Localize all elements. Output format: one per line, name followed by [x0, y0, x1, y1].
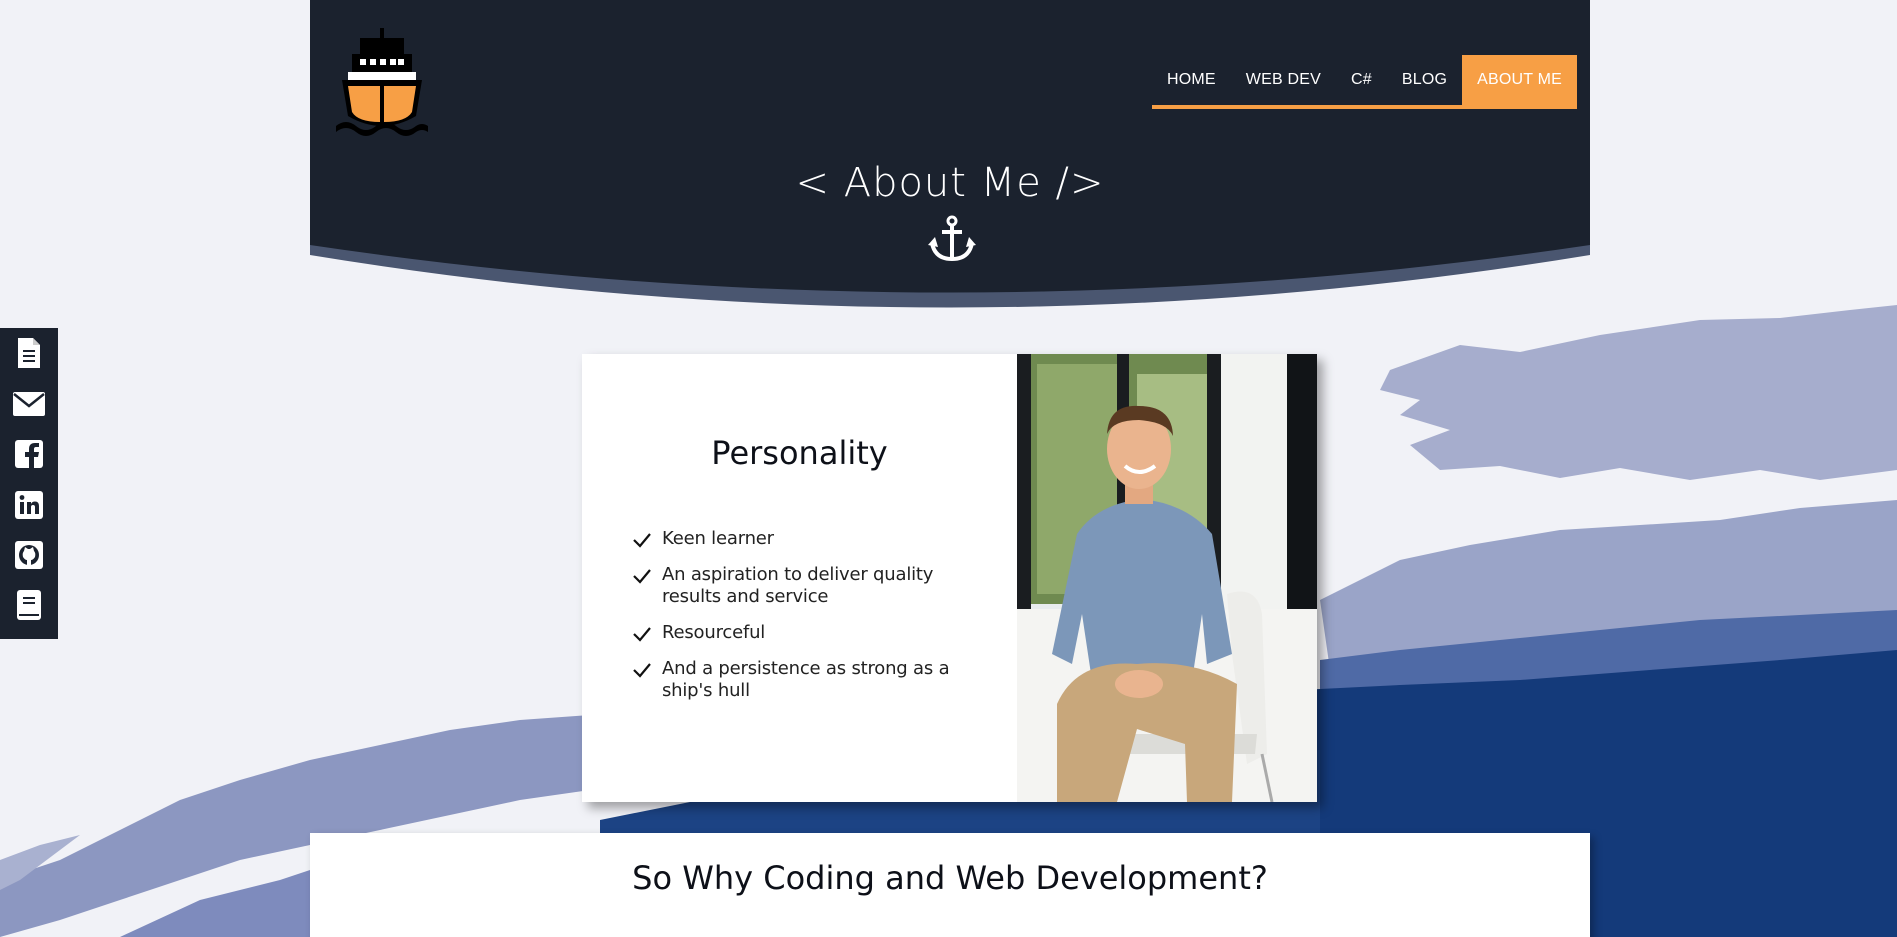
why-coding-section: So Why Coding and Web Development?	[310, 833, 1590, 937]
trait-text: And a persistence as strong as a ship's …	[662, 658, 950, 701]
site-header: HOME WEB DEV C# BLOG ABOUT ME < About Me…	[310, 0, 1590, 330]
personality-text: Personality Keen learner An aspiration t…	[582, 354, 1017, 802]
nav-about-me[interactable]: ABOUT ME	[1462, 55, 1577, 105]
main-nav: HOME WEB DEV C# BLOG ABOUT ME	[1151, 55, 1577, 109]
nav-csharp[interactable]: C#	[1336, 55, 1387, 105]
github-icon[interactable]	[12, 539, 46, 571]
list-item: Keen learner	[632, 528, 967, 550]
facebook-icon[interactable]	[12, 438, 46, 470]
list-item: An aspiration to deliver quality results…	[632, 564, 967, 608]
traits-list: Keen learner An aspiration to deliver qu…	[632, 528, 967, 702]
why-coding-title: So Why Coding and Web Development?	[632, 859, 1268, 897]
trait-text: Resourceful	[662, 622, 766, 643]
personality-title: Personality	[711, 434, 888, 472]
check-icon	[633, 627, 651, 642]
ship-logo-icon[interactable]	[336, 26, 428, 136]
document-icon[interactable]	[12, 336, 46, 370]
trait-text: Keen learner	[662, 528, 774, 549]
linkedin-icon[interactable]	[12, 488, 46, 520]
nav-blog[interactable]: BLOG	[1387, 55, 1462, 105]
trait-text: An aspiration to deliver quality results…	[662, 564, 934, 607]
check-icon	[633, 663, 651, 678]
mail-icon[interactable]	[12, 388, 46, 420]
personality-card: Personality Keen learner An aspiration t…	[582, 354, 1317, 802]
social-sidebar	[0, 328, 58, 639]
profile-photo	[1017, 354, 1317, 802]
anchor-icon	[928, 215, 976, 262]
list-item: And a persistence as strong as a ship's …	[632, 658, 967, 702]
check-icon	[633, 533, 651, 548]
nav-web-dev[interactable]: WEB DEV	[1231, 55, 1336, 105]
check-icon	[633, 569, 651, 584]
nav-home[interactable]: HOME	[1152, 55, 1231, 105]
list-item: Resourceful	[632, 622, 967, 644]
book-icon[interactable]	[12, 589, 46, 621]
page-title: < About Me />	[795, 160, 1105, 206]
